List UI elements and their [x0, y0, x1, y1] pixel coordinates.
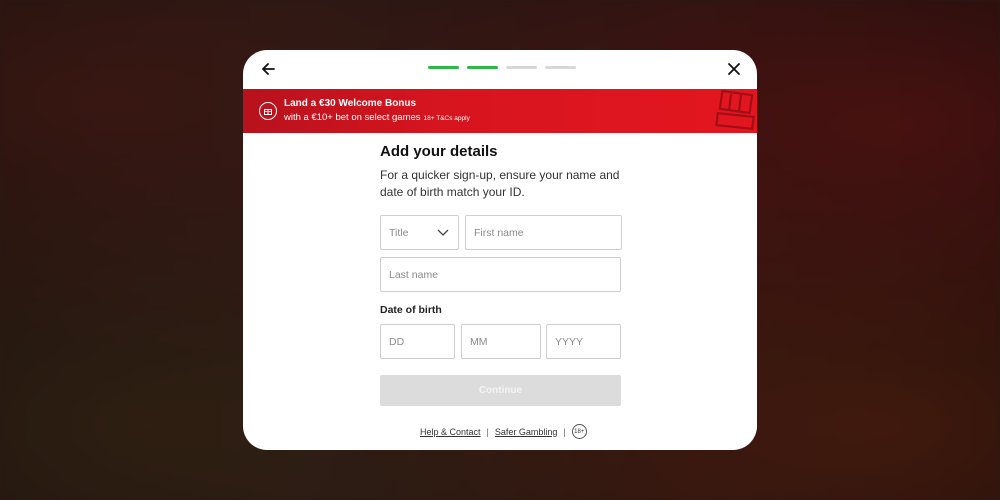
dob-day-field[interactable]: DD: [380, 324, 455, 359]
safer-gambling-link[interactable]: Safer Gambling: [495, 427, 558, 437]
chevron-down-icon: [437, 229, 449, 236]
banner-subtitle: with a €10+ bet on select games 18+ T&Cs …: [284, 112, 470, 123]
first-name-placeholder: First name: [474, 226, 524, 239]
form-description: For a quicker sign-up, ensure your name …: [380, 168, 620, 199]
banner-title: Land a €30 Welcome Bonus: [284, 98, 417, 109]
close-icon: [728, 63, 740, 75]
modal-header: [243, 50, 757, 89]
dob-month-placeholder: MM: [470, 335, 488, 348]
dob-year-placeholder: YYYY: [555, 335, 584, 348]
title-select-value: Title: [389, 226, 409, 239]
signup-modal: Land a €30 Welcome Bonus with a €10+ bet…: [243, 50, 757, 450]
progress-step-3: [506, 66, 537, 69]
first-name-field[interactable]: First name: [465, 215, 622, 250]
footer-divider: |: [563, 426, 566, 437]
slot-machine-icon: [715, 89, 755, 131]
help-contact-link[interactable]: Help & Contact: [420, 427, 481, 437]
progress-step-1: [428, 66, 459, 69]
dob-month-field[interactable]: MM: [461, 324, 541, 359]
back-button[interactable]: [257, 58, 279, 80]
arrow-left-icon: [262, 63, 275, 75]
progress-step-4: [545, 66, 576, 69]
close-button[interactable]: [723, 58, 745, 80]
footer-divider: |: [486, 426, 489, 437]
dob-label: Date of birth: [380, 304, 442, 316]
welcome-bonus-banner[interactable]: Land a €30 Welcome Bonus with a €10+ bet…: [243, 89, 757, 133]
gift-icon: [259, 102, 277, 120]
progress-steps: [428, 66, 576, 69]
continue-button[interactable]: Continue: [380, 375, 621, 406]
form-heading: Add your details: [380, 143, 498, 160]
progress-step-2: [467, 66, 498, 69]
banner-terms: 18+ T&Cs apply: [423, 115, 470, 122]
last-name-placeholder: Last name: [389, 268, 439, 281]
title-select[interactable]: Title: [380, 215, 459, 250]
modal-footer: Help & Contact | Safer Gambling | 18+: [420, 424, 587, 439]
dob-year-field[interactable]: YYYY: [546, 324, 621, 359]
details-form-intro: Add your details For a quicker sign-up, …: [380, 143, 630, 201]
last-name-field[interactable]: Last name: [380, 257, 621, 292]
dob-day-placeholder: DD: [389, 335, 405, 348]
age-18-badge: 18+: [571, 424, 587, 439]
